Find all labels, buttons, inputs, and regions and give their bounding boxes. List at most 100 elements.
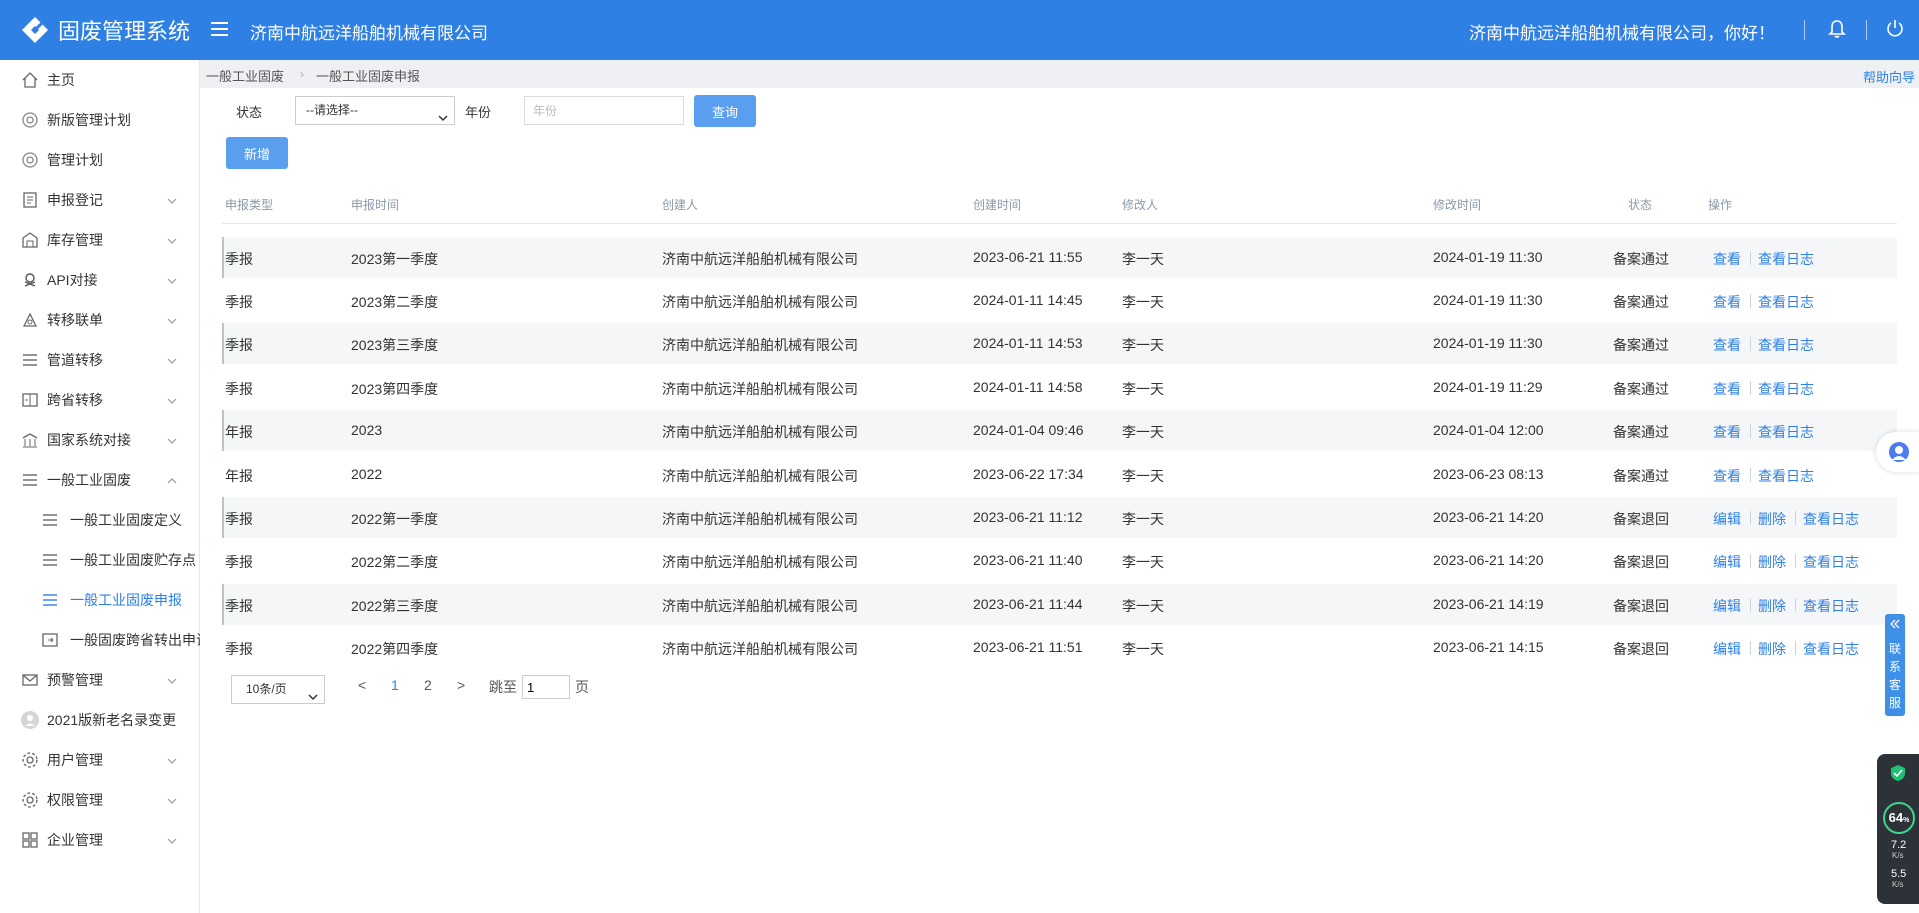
app-logo[interactable]: 固废管理系统 [20,14,190,46]
page-2-button[interactable]: 2 [424,677,432,693]
cell-modified: 2024-01-19 11:30 [1433,292,1543,308]
sidebar-item-label: 权限管理 [47,792,103,808]
column-header-period: 申报时间 [351,198,400,212]
sidebar-item-user-management[interactable]: 用户管理 [0,740,200,780]
action-divider [1795,511,1796,525]
memory-usage-gauge: 64% [1883,802,1915,834]
sidebar: 主页 新版管理计划 管理计划 申报登记 库存管理 API对接 转移联单 管道转移… [0,60,200,913]
jump-page-input[interactable] [522,675,570,699]
bell-icon[interactable] [1825,17,1849,41]
list-icon [40,590,60,610]
cell-created: 2023-06-22 17:34 [973,466,1084,482]
delete-link[interactable]: 删除 [1758,552,1786,572]
prev-page-button[interactable]: < [358,677,366,693]
list-icon [20,350,40,370]
menu-toggle-icon[interactable] [208,17,232,41]
memory-usage-unit: % [1903,817,1910,824]
cell-modified: 2024-01-19 11:30 [1433,249,1543,265]
sidebar-subitem-declaration[interactable]: 一般工业固废申报 [0,580,200,620]
query-button[interactable]: 查询 [694,95,756,127]
sidebar-item-cross-province[interactable]: 跨省转移 [0,380,200,420]
sidebar-item-label: 企业管理 [47,832,103,848]
chevron-down-icon [166,794,178,806]
view-link[interactable]: 查看 [1713,379,1741,399]
action-divider [1750,598,1751,612]
sidebar-item-permission[interactable]: 权限管理 [0,780,200,820]
cell-modifier: 李一天 [1122,251,1164,267]
view-link[interactable]: 查看 [1713,292,1741,312]
table-row: 季报 2023第四季度 济南中航远洋船舶机械有限公司 2024-01-11 14… [222,367,1897,408]
sidebar-item-pipeline-transfer[interactable]: 管道转移 [0,340,200,380]
sidebar-item-catalog-change[interactable]: 2021版新老名录变更 [0,700,200,740]
delete-link[interactable]: 删除 [1758,639,1786,659]
sidebar-item-enterprise[interactable]: 企业管理 [0,820,200,860]
edit-link[interactable]: 编辑 [1713,552,1741,572]
list-icon [40,510,60,530]
api-icon [20,270,40,290]
view-link[interactable]: 查看 [1713,335,1741,355]
view-link[interactable]: 查看 [1713,422,1741,442]
page-1-button[interactable]: 1 [391,677,399,693]
view-log-link[interactable]: 查看日志 [1803,552,1859,572]
assistant-float-button[interactable] [1876,432,1919,472]
sidebar-item-warning[interactable]: 预警管理 [0,660,200,700]
view-log-link[interactable]: 查看日志 [1758,335,1814,355]
cell-modifier: 李一天 [1122,554,1164,570]
cell-type: 季报 [225,337,253,353]
year-input[interactable] [524,96,684,125]
view-link[interactable]: 查看 [1713,466,1741,486]
sidebar-item-general-solid-waste[interactable]: 一般工业固废 [0,460,200,500]
cell-status: 备案通过 [1613,468,1669,484]
next-page-button[interactable]: > [457,677,465,693]
column-header-modified: 修改时间 [1433,198,1482,212]
delete-link[interactable]: 删除 [1758,509,1786,529]
sidebar-subitem-definition[interactable]: 一般工业固废定义 [0,500,200,540]
sidebar-item-plan[interactable]: 管理计划 [0,140,200,180]
column-header-status: 状态 [1628,198,1653,212]
sidebar-item-national-system[interactable]: 国家系统对接 [0,420,200,460]
edit-link[interactable]: 编辑 [1713,639,1741,659]
sidebar-item-label: 转移联单 [47,312,103,328]
sidebar-item-label: 库存管理 [47,232,103,248]
chevron-down-icon [438,106,448,122]
cell-period: 2023第二季度 [351,294,439,310]
page-size-select[interactable]: 10条/页 [231,675,325,704]
edit-link[interactable]: 编辑 [1713,596,1741,616]
view-log-link[interactable]: 查看日志 [1803,509,1859,529]
sidebar-item-label: 管道转移 [47,352,103,368]
delete-link[interactable]: 删除 [1758,596,1786,616]
sidebar-item-home[interactable]: 主页 [0,60,200,100]
sidebar-item-declaration[interactable]: 申报登记 [0,180,200,220]
sidebar-item-new-plan[interactable]: 新版管理计划 [0,100,200,140]
transfer-icon [20,310,40,330]
system-monitor-widget[interactable]: 64% 7.2 K/s 5.5 K/s [1877,754,1919,904]
customer-service-label: 联系客服 [1889,642,1902,710]
power-icon[interactable] [1883,17,1907,41]
sidebar-item-inventory[interactable]: 库存管理 [0,220,200,260]
view-log-link[interactable]: 查看日志 [1758,379,1814,399]
sidebar-item-transfer-manifest[interactable]: 转移联单 [0,300,200,340]
action-divider [1750,337,1751,351]
cell-type: 季报 [225,641,253,657]
view-log-link[interactable]: 查看日志 [1758,466,1814,486]
chevron-down-icon [166,234,178,246]
add-button[interactable]: 新增 [226,137,288,169]
sidebar-subitem-storage-point[interactable]: 一般工业固废贮存点 [0,540,200,580]
sidebar-item-api[interactable]: API对接 [0,260,200,300]
view-log-link[interactable]: 查看日志 [1758,249,1814,269]
cell-modified: 2023-06-21 14:20 [1433,509,1544,525]
action-divider [1795,641,1796,655]
view-link[interactable]: 查看 [1713,249,1741,269]
status-select[interactable]: --请选择-- [295,96,455,125]
breadcrumb-item[interactable]: 一般工业固废 [206,66,284,85]
view-log-link[interactable]: 查看日志 [1803,639,1859,659]
help-guide-link[interactable]: 帮助向导 [1863,67,1915,86]
cell-creator: 济南中航远洋船舶机械有限公司 [662,381,858,397]
view-log-link[interactable]: 查看日志 [1803,596,1859,616]
chevron-down-icon [166,674,178,686]
customer-service-tab[interactable]: 联系客服 [1885,614,1905,716]
view-log-link[interactable]: 查看日志 [1758,292,1814,312]
sidebar-subitem-cross-province-export[interactable]: 一般固废跨省转出申请 [0,620,200,660]
view-log-link[interactable]: 查看日志 [1758,422,1814,442]
edit-link[interactable]: 编辑 [1713,509,1741,529]
